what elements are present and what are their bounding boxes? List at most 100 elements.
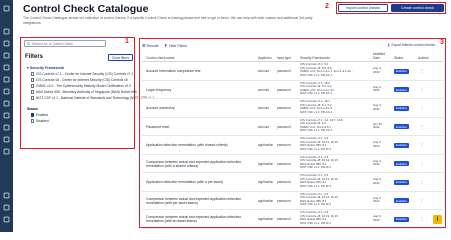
modified-date-cell: Aug 3, 2022	[373, 158, 382, 167]
status-filter-option[interactable]: Enabled	[31, 113, 48, 117]
search-placeholder: Search for a Control Check	[32, 41, 73, 46]
status-badge[interactable]: Enabled	[394, 68, 409, 74]
applied-in-cell: application	[258, 198, 274, 203]
modified-date-cell: Aug 3, 2022	[373, 103, 382, 111]
security-framework-toggle[interactable]: ▾ Security Framework	[27, 66, 64, 70]
framework-filter-option[interactable]: NIST CSF v1.1 - National Institute of St…	[31, 96, 154, 100]
table-row[interactable]: Application detection remediation (with …	[142, 173, 443, 192]
applied-in-cell: application	[258, 143, 274, 148]
settings-icon[interactable]	[3, 204, 10, 211]
chart-icon[interactable]	[3, 64, 10, 71]
control-check-name[interactable]: Application detection remediation (with …	[146, 180, 256, 184]
applied-in-cell: application	[258, 180, 274, 185]
status-badge[interactable]: Enabled	[394, 216, 409, 222]
framework-reference: NIST CSF v1.1: PR.AC-1	[300, 91, 333, 96]
table-row[interactable]: Account ownership account password CIS Cont…	[142, 99, 443, 118]
framework-reference: NIST CSF v1.1: PR.IP-1	[300, 202, 332, 207]
logout-icon[interactable]	[3, 216, 10, 223]
bell-icon[interactable]	[3, 100, 10, 107]
control-check-name[interactable]: Comparison between actual and expected a…	[146, 215, 256, 223]
framework-filter-label: MAS Notice 655 - Monetary Authority of S…	[35, 90, 137, 94]
book-icon[interactable]	[3, 112, 10, 119]
status-filter-option[interactable]: Disabled	[31, 119, 49, 123]
cloud-icon[interactable]	[3, 148, 10, 155]
more-actions-icon[interactable]: ⋮	[420, 68, 424, 73]
grid-icon[interactable]	[3, 28, 10, 35]
check-icon[interactable]	[3, 124, 10, 131]
frameworks-cell: CIS Controls v7.1: 2.5 CIS Controls v8: 1…	[300, 210, 370, 225]
table-row[interactable]: Password reset account password CIS Control…	[142, 118, 443, 136]
more-actions-icon[interactable]: ⋮	[420, 124, 424, 129]
more-actions-icon[interactable]: ⋮	[420, 161, 424, 166]
checkbox[interactable]	[31, 72, 35, 76]
more-actions-icon[interactable]: ⋮	[420, 105, 424, 110]
annotation-label-3: 3	[440, 39, 444, 46]
control-check-search-input[interactable]: Search for a Control Check	[24, 40, 106, 47]
table-row[interactable]: Comparison between actual and expected a…	[142, 155, 443, 173]
control-check-name[interactable]: Logon frequency	[146, 88, 256, 92]
framework-filter-option[interactable]: CMMC v2.0 - The Cybersecurity Maturity M…	[31, 84, 131, 88]
checkbox[interactable]	[31, 113, 35, 117]
more-actions-icon[interactable]: ⋮	[420, 216, 424, 221]
input-type-cell: password	[277, 161, 291, 166]
logo-icon[interactable]	[3, 5, 10, 12]
table-row[interactable]: Comparison between actual and expected a…	[142, 210, 443, 229]
checkbox[interactable]	[31, 119, 35, 123]
gear-icon[interactable]	[3, 136, 10, 143]
status-badge[interactable]: Enabled	[394, 124, 409, 130]
table-row[interactable]: Comparison between actual and expected a…	[142, 192, 443, 210]
users-icon[interactable]	[3, 88, 10, 95]
framework-filter-label: CIS Controls v7.1 - Center for Internet …	[35, 72, 134, 76]
framework-filter-option[interactable]: MAS Notice 655 - Monetary Authority of S…	[31, 90, 137, 94]
folder-icon[interactable]	[3, 76, 10, 83]
status-badge[interactable]: Enabled	[394, 161, 409, 167]
framework-filter-option[interactable]: CIS Controls v7.1 - Center for Internet …	[31, 72, 133, 76]
framework-filter-option[interactable]: CIS Controls v8 - Center for Internet Se…	[31, 78, 128, 82]
modified-date-cell: Aug 3, 2022	[373, 214, 382, 222]
table-row[interactable]: Account information compliance test accou…	[142, 62, 443, 81]
control-check-name[interactable]: Password reset	[146, 125, 256, 129]
tab-results[interactable]: Results	[142, 44, 158, 48]
framework-reference: NIST CSF v1.1: PR.IP-1	[300, 220, 332, 225]
framework-reference: NIST CSF v1.1: PR.AC-1	[300, 128, 333, 133]
status-badge[interactable]: Enabled	[394, 87, 409, 93]
help-icon[interactable]	[3, 192, 10, 199]
download-icon	[387, 43, 390, 47]
table-row[interactable]: Logon frequency account password CIS Contro…	[142, 81, 443, 99]
frameworks-cell: CIS Controls v7.1: 2.5 CIS Controls v8: 1…	[300, 155, 370, 170]
applied-in-cell: account	[258, 106, 270, 111]
checkbox[interactable]	[31, 84, 35, 88]
create-control-check-button[interactable]: Create control check	[391, 4, 444, 12]
control-check-name[interactable]: Comparison between actual and expected a…	[146, 197, 256, 205]
checkbox[interactable]	[31, 78, 35, 82]
modified-date-cell: Aug 3, 2022	[373, 195, 382, 204]
status-badge[interactable]: Enabled	[394, 179, 409, 185]
control-check-name[interactable]: Comparison between actual and expected a…	[146, 160, 256, 168]
hide-filters-toggle[interactable]: Hide Filters	[164, 44, 187, 48]
list-icon[interactable]	[3, 40, 10, 47]
shield-icon[interactable]	[3, 52, 10, 59]
status-badge[interactable]: Enabled	[394, 105, 409, 111]
status-badge[interactable]: Enabled	[394, 142, 409, 148]
more-actions-icon[interactable]: ⋮	[420, 198, 424, 203]
control-check-name[interactable]: Account information compliance test	[146, 69, 256, 73]
frameworks-cell: CIS Controls v7.1: 2.5 CIS Controls v8: 1…	[300, 136, 370, 151]
col-header-modified[interactable]: Modified Date	[373, 52, 389, 61]
checkbox[interactable]	[31, 90, 35, 94]
control-check-name[interactable]: Application detection remediation (with …	[146, 143, 256, 147]
frameworks-cell: CIS Controls v7.1: 6.4 CIS Controls v8: 8…	[300, 62, 370, 77]
hide-filters-label: Hide Filters	[168, 43, 188, 48]
app-sidebar	[0, 0, 13, 232]
export-filtered-link[interactable]: Export filtered control checks	[387, 43, 435, 47]
applied-in-cell: application	[258, 161, 274, 166]
clear-filters-button[interactable]: Clear filters	[108, 54, 133, 61]
import-control-checks-button[interactable]: Import control checks	[338, 4, 388, 12]
more-actions-icon[interactable]: ⋮	[420, 179, 424, 184]
more-actions-icon[interactable]: ⋮	[420, 142, 424, 147]
table-row[interactable]: Application detection remediation (with …	[142, 136, 443, 155]
status-badge[interactable]: Enabled	[394, 198, 409, 204]
checkbox[interactable]	[31, 96, 35, 100]
more-actions-icon[interactable]: ⋮	[420, 87, 424, 92]
help-button[interactable]: i	[433, 215, 442, 224]
control-check-name[interactable]: Account ownership	[146, 106, 256, 110]
